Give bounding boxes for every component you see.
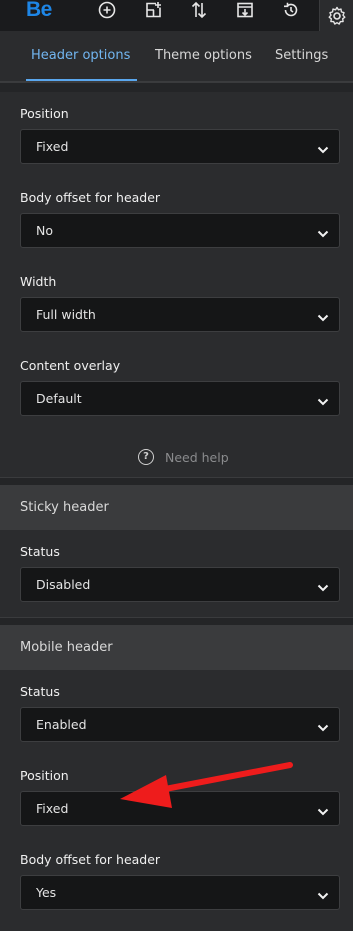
content-overlay-value: Default (36, 391, 82, 406)
settings-button[interactable] (319, 0, 353, 31)
question-circle-icon: ? (138, 449, 154, 465)
history-icon (282, 1, 300, 19)
sticky-header-title: Sticky header (20, 500, 109, 515)
need-help-link[interactable]: ? Need help (138, 448, 229, 466)
top-toolbar: Be (0, 0, 353, 31)
mobile-position-value: Fixed (36, 801, 69, 816)
mobile-body-offset-value: Yes (36, 885, 57, 900)
content-overlay-select[interactable]: Default (20, 381, 340, 416)
body-offset-select[interactable]: No (20, 213, 340, 248)
import-button[interactable] (228, 0, 262, 20)
add-element-button[interactable] (90, 0, 124, 20)
active-tab-indicator (26, 79, 137, 81)
sort-arrows-icon (190, 1, 208, 19)
chevron-down-icon (317, 579, 329, 598)
chevron-down-icon (317, 309, 329, 328)
mobile-position-select[interactable]: Fixed (20, 791, 340, 826)
body-offset-label: Body offset for header (20, 190, 161, 205)
logo[interactable]: Be (26, 0, 52, 20)
tab-settings[interactable]: Settings (275, 31, 328, 81)
chevron-down-icon (317, 803, 329, 822)
options-tabs: Header options Theme options Settings (0, 31, 353, 82)
add-layout-button[interactable] (136, 0, 170, 20)
sort-button[interactable] (182, 0, 216, 20)
mobile-status-label: Status (20, 684, 60, 699)
tab-theme-options[interactable]: Theme options (155, 31, 252, 81)
chevron-down-icon (317, 719, 329, 738)
mobile-body-offset-select[interactable]: Yes (20, 875, 340, 910)
position-value: Fixed (36, 139, 69, 154)
gear-icon (327, 6, 347, 26)
import-icon (236, 1, 254, 19)
sticky-status-select[interactable]: Disabled (20, 567, 340, 602)
chevron-down-icon (317, 393, 329, 412)
plus-circle-icon (98, 1, 116, 19)
mobile-body-offset-label: Body offset for header (20, 852, 161, 867)
width-label: Width (20, 274, 57, 289)
mobile-position-label: Position (20, 768, 69, 783)
sticky-status-value: Disabled (36, 577, 91, 592)
position-label: Position (20, 106, 69, 121)
mobile-status-select[interactable]: Enabled (20, 707, 340, 742)
divider (0, 82, 353, 92)
sticky-header-section-title: Sticky header (0, 485, 353, 530)
body-offset-value: No (36, 223, 53, 238)
sticky-status-label: Status (20, 544, 60, 559)
width-select[interactable]: Full width (20, 297, 340, 332)
chevron-down-icon (317, 141, 329, 160)
mobile-header-section-title: Mobile header (0, 625, 353, 670)
tab-header-options[interactable]: Header options (31, 31, 130, 81)
position-select[interactable]: Fixed (20, 129, 340, 164)
content-overlay-label: Content overlay (20, 358, 121, 373)
mobile-header-title: Mobile header (20, 640, 113, 655)
width-value: Full width (36, 307, 96, 322)
chevron-down-icon (317, 225, 329, 244)
add-layout-icon (144, 1, 162, 19)
mobile-status-value: Enabled (36, 717, 87, 732)
history-button[interactable] (274, 0, 308, 20)
need-help-text: Need help (165, 449, 229, 465)
chevron-down-icon (317, 887, 329, 906)
